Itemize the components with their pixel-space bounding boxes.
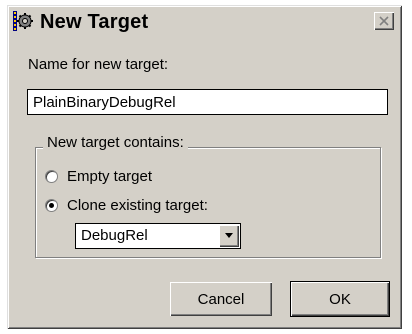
gear-chip-icon xyxy=(12,10,34,32)
select-value: DebugRel xyxy=(81,227,148,244)
clone-target-select[interactable]: DebugRel xyxy=(75,223,241,249)
dialog-title: New Target xyxy=(40,11,149,33)
radio-clone-existing-target[interactable]: Clone existing target: xyxy=(45,197,208,214)
chevron-down-icon xyxy=(225,233,233,238)
close-icon xyxy=(379,16,389,26)
target-name-input[interactable] xyxy=(27,89,388,115)
radio-button[interactable] xyxy=(45,199,58,212)
radio-empty-target[interactable]: Empty target xyxy=(45,168,152,185)
title-bar[interactable]: New Target xyxy=(10,8,399,33)
radio-button[interactable] xyxy=(45,170,58,183)
radio-label: Empty target xyxy=(67,168,153,185)
close-button[interactable] xyxy=(374,12,394,30)
dropdown-button[interactable] xyxy=(219,225,239,247)
radio-label: Clone existing target: xyxy=(67,197,208,214)
name-field-label: Name for new target: xyxy=(28,56,169,73)
cancel-button[interactable]: Cancel xyxy=(170,282,272,316)
ok-button[interactable]: OK xyxy=(290,281,390,317)
groupbox-legend: New target contains: xyxy=(43,134,188,151)
